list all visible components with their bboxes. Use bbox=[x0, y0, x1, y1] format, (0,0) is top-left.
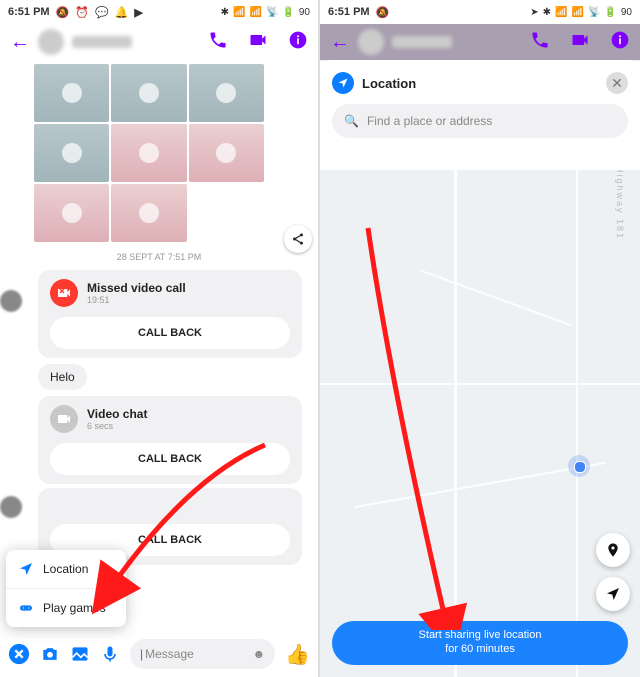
gamepad-icon bbox=[18, 600, 34, 616]
missed-call-bubble: Missed video call 19:51 CALL BACK bbox=[38, 270, 302, 358]
voice-call-button[interactable] bbox=[530, 30, 550, 55]
wifi-icon: 📡 bbox=[588, 7, 600, 18]
battery-icon: 🔋 bbox=[282, 7, 294, 18]
back-button[interactable]: ← bbox=[10, 31, 30, 54]
menu-item-location[interactable]: Location bbox=[6, 550, 126, 588]
missed-call-icon bbox=[50, 279, 78, 307]
youtube-icon: ▶ bbox=[134, 6, 142, 19]
video-chat-bubble: Video chat 6 secs CALL BACK bbox=[38, 396, 302, 484]
chat-body: 28 SEPT AT 7:51 PM Missed video call 19:… bbox=[0, 60, 318, 631]
status-time: 6:51 PM bbox=[8, 6, 50, 18]
pin-location-button[interactable] bbox=[596, 533, 630, 567]
video-chat-duration: 6 secs bbox=[87, 421, 147, 431]
video-call-button[interactable] bbox=[570, 30, 590, 55]
info-button[interactable] bbox=[610, 30, 630, 55]
road-label: Highway 181 bbox=[615, 170, 625, 240]
signal2-icon: 📶 bbox=[250, 7, 262, 18]
media-thumb[interactable] bbox=[111, 124, 186, 182]
battery-pct: 90 bbox=[621, 7, 632, 18]
gallery-button[interactable] bbox=[70, 644, 90, 664]
search-icon: 🔍 bbox=[344, 114, 359, 128]
location-sheet: Location ✕ 🔍 Find a place or address Hig… bbox=[320, 60, 640, 677]
close-attachments-button[interactable] bbox=[8, 643, 30, 665]
share-line1: Start sharing live location bbox=[419, 629, 542, 643]
back-button[interactable]: ← bbox=[330, 31, 350, 54]
map-view[interactable]: Highway 181 Start sharing live location … bbox=[320, 170, 640, 677]
contact-name[interactable] bbox=[72, 36, 132, 48]
media-thumb[interactable] bbox=[189, 124, 264, 182]
bluetooth-icon: ✱ bbox=[221, 7, 229, 18]
voice-call-button[interactable] bbox=[208, 30, 228, 55]
like-button[interactable]: 👍 bbox=[285, 642, 310, 667]
notif-icon: 🔔 bbox=[115, 6, 129, 19]
mic-button[interactable] bbox=[100, 644, 120, 664]
missed-call-time: 19:51 bbox=[87, 295, 186, 305]
media-thumb[interactable] bbox=[34, 124, 109, 182]
menu-label: Location bbox=[43, 562, 88, 576]
status-bar: 6:51 PM 🔕 ⏰ 💬 🔔 ▶ ✱ 📶 📶 📡 🔋 90 bbox=[0, 0, 318, 24]
battery-icon: 🔋 bbox=[604, 7, 616, 18]
contact-avatar[interactable] bbox=[38, 29, 64, 55]
message-composer: Message☻ 👍 bbox=[0, 631, 318, 677]
share-button[interactable] bbox=[284, 225, 312, 253]
media-grid[interactable] bbox=[34, 64, 264, 242]
current-location-marker bbox=[568, 455, 590, 477]
video-call-button[interactable] bbox=[248, 30, 268, 55]
location-title: Location bbox=[362, 76, 598, 91]
location-indicator-icon: ➤ bbox=[530, 7, 538, 18]
sender-avatar bbox=[0, 496, 22, 518]
dnd-icon: 🔕 bbox=[56, 6, 70, 19]
chat-header: ← bbox=[0, 24, 318, 61]
video-chat-title: Video chat bbox=[87, 407, 147, 421]
text-message: Helo bbox=[38, 364, 87, 390]
chat-header: ← bbox=[320, 24, 640, 61]
search-placeholder: Find a place or address bbox=[367, 114, 492, 128]
bluetooth-icon: ✱ bbox=[543, 7, 551, 18]
menu-item-games[interactable]: Play games bbox=[6, 588, 126, 627]
message-input[interactable]: Message☻ bbox=[130, 639, 275, 669]
sender-avatar bbox=[0, 290, 22, 312]
attachment-menu: Location Play games bbox=[6, 550, 126, 627]
battery-pct: 90 bbox=[299, 7, 310, 18]
camera-button[interactable] bbox=[40, 644, 60, 664]
wifi-icon: 📡 bbox=[266, 7, 278, 18]
contact-avatar[interactable] bbox=[358, 29, 384, 55]
missed-call-title: Missed video call bbox=[87, 281, 186, 295]
chat-notif-icon: 💬 bbox=[95, 6, 109, 19]
dnd-icon: 🔕 bbox=[376, 6, 390, 19]
callback-button[interactable]: CALL BACK bbox=[50, 317, 290, 349]
close-button[interactable]: ✕ bbox=[606, 72, 628, 94]
timestamp-label: 28 SEPT AT 7:51 PM bbox=[8, 252, 310, 262]
signal-icon: 📶 bbox=[233, 7, 245, 18]
status-time: 6:51 PM bbox=[328, 6, 370, 18]
contact-name[interactable] bbox=[392, 36, 452, 48]
video-chat-icon bbox=[50, 405, 78, 433]
location-badge-icon bbox=[332, 72, 354, 94]
info-button[interactable] bbox=[288, 30, 308, 55]
signal-icon: 📶 bbox=[555, 7, 567, 18]
alarm-icon: ⏰ bbox=[75, 6, 89, 19]
media-thumb[interactable] bbox=[189, 64, 264, 122]
share-live-location-button[interactable]: Start sharing live location for 60 minut… bbox=[332, 621, 628, 665]
location-arrow-icon bbox=[18, 561, 34, 577]
media-thumb[interactable] bbox=[34, 184, 109, 242]
share-line2: for 60 minutes bbox=[445, 643, 515, 657]
menu-label: Play games bbox=[43, 601, 106, 615]
recenter-button[interactable] bbox=[596, 577, 630, 611]
callback-button[interactable]: CALL BACK bbox=[50, 443, 290, 475]
media-thumb[interactable] bbox=[34, 64, 109, 122]
status-bar: 6:51 PM 🔕 ➤ ✱ 📶 📶 📡 🔋 90 bbox=[320, 0, 640, 24]
emoji-button[interactable]: ☻ bbox=[252, 647, 265, 661]
location-search-input[interactable]: 🔍 Find a place or address bbox=[332, 104, 628, 138]
signal2-icon: 📶 bbox=[572, 7, 584, 18]
media-thumb[interactable] bbox=[111, 184, 186, 242]
media-thumb[interactable] bbox=[111, 64, 186, 122]
